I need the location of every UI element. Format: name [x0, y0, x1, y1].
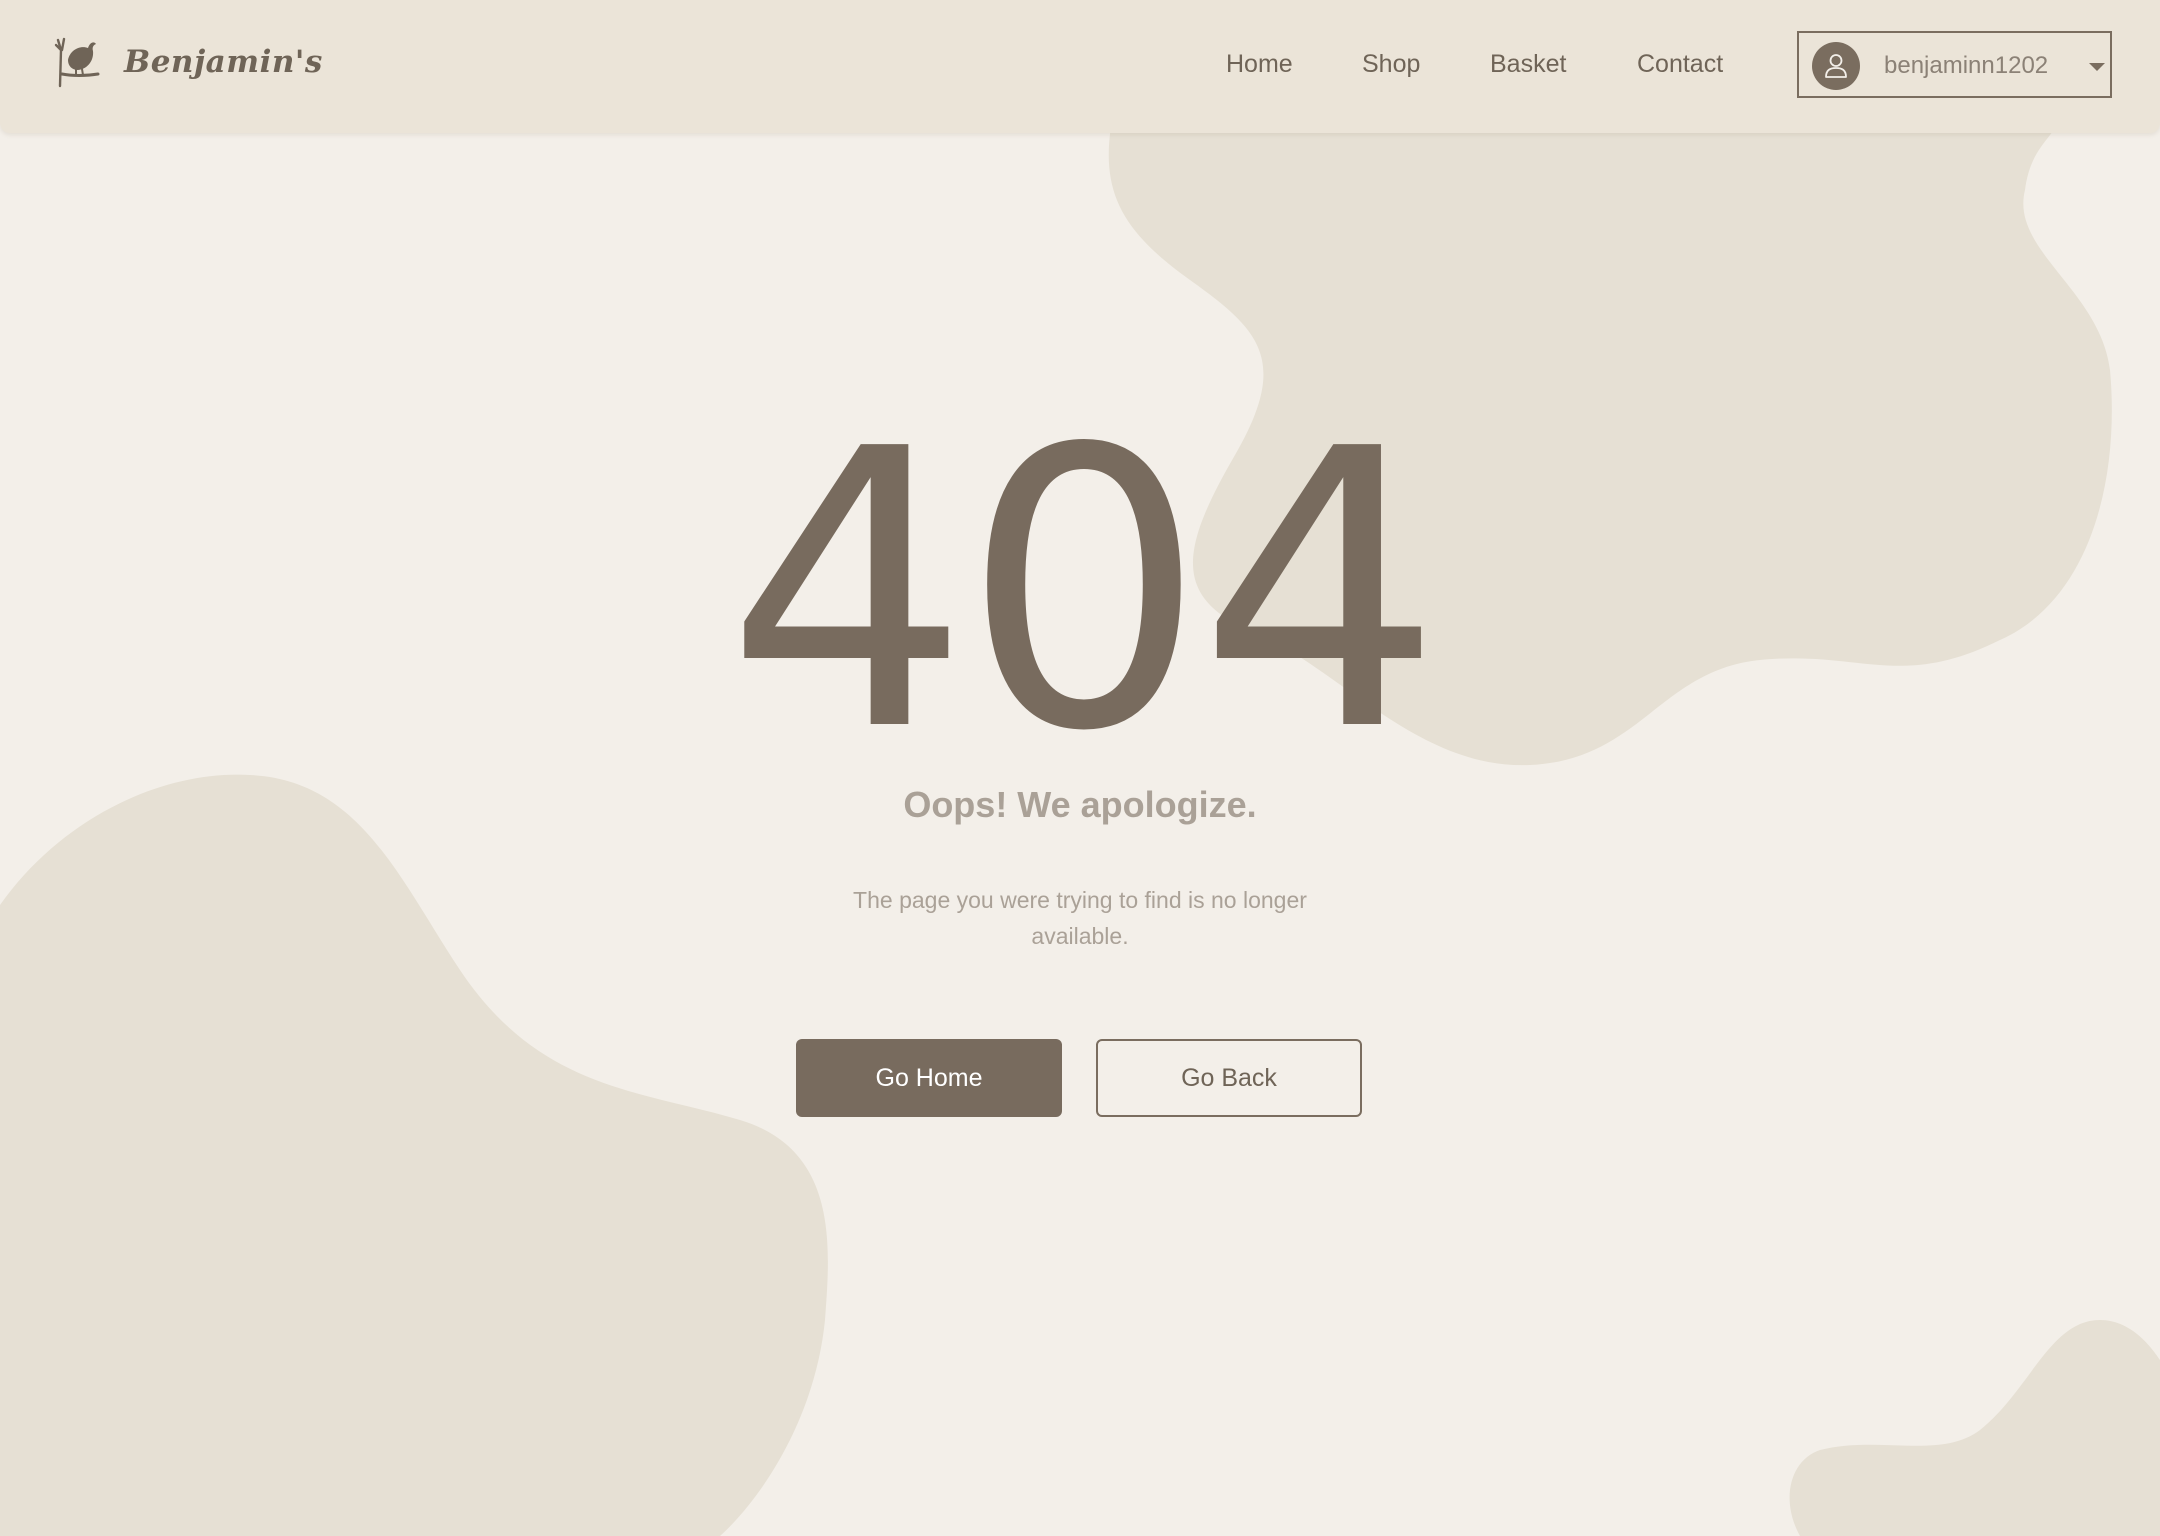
bird-branch-icon [52, 36, 104, 88]
go-back-label: Go Back [1181, 1063, 1277, 1092]
error-message: The page you were trying to find is no l… [853, 887, 1307, 949]
go-home-button[interactable]: Go Home [796, 1039, 1062, 1117]
error-page: Benjamin's Home Shop Basket Contact benj… [0, 0, 2160, 1536]
nav-shop-link[interactable]: Shop [1362, 50, 1420, 79]
go-home-label: Go Home [875, 1063, 983, 1092]
brand-logo[interactable]: Benjamin's [52, 36, 323, 88]
brand-name: Benjamin's [124, 44, 323, 80]
bottom-left-blob [0, 774, 828, 1536]
go-back-button[interactable]: Go Back [1096, 1039, 1362, 1117]
top-navbar: Benjamin's Home Shop Basket Contact benj… [0, 0, 2160, 133]
nav-basket-link[interactable]: Basket [1490, 50, 1566, 79]
error-code: 404 [725, 368, 1443, 815]
nav-contact-link[interactable]: Contact [1637, 50, 1723, 79]
nav-home-link[interactable]: Home [1226, 50, 1293, 79]
avatar [1812, 42, 1860, 90]
user-menu-dropdown[interactable]: benjaminn1202 [1797, 31, 2112, 98]
username-label: benjaminn1202 [1884, 52, 2049, 79]
bottom-right-blob [1789, 1320, 2160, 1536]
caret-down-icon [2089, 63, 2105, 71]
error-title: Oops! We apologize. [903, 784, 1257, 825]
user-icon [1825, 54, 1847, 78]
